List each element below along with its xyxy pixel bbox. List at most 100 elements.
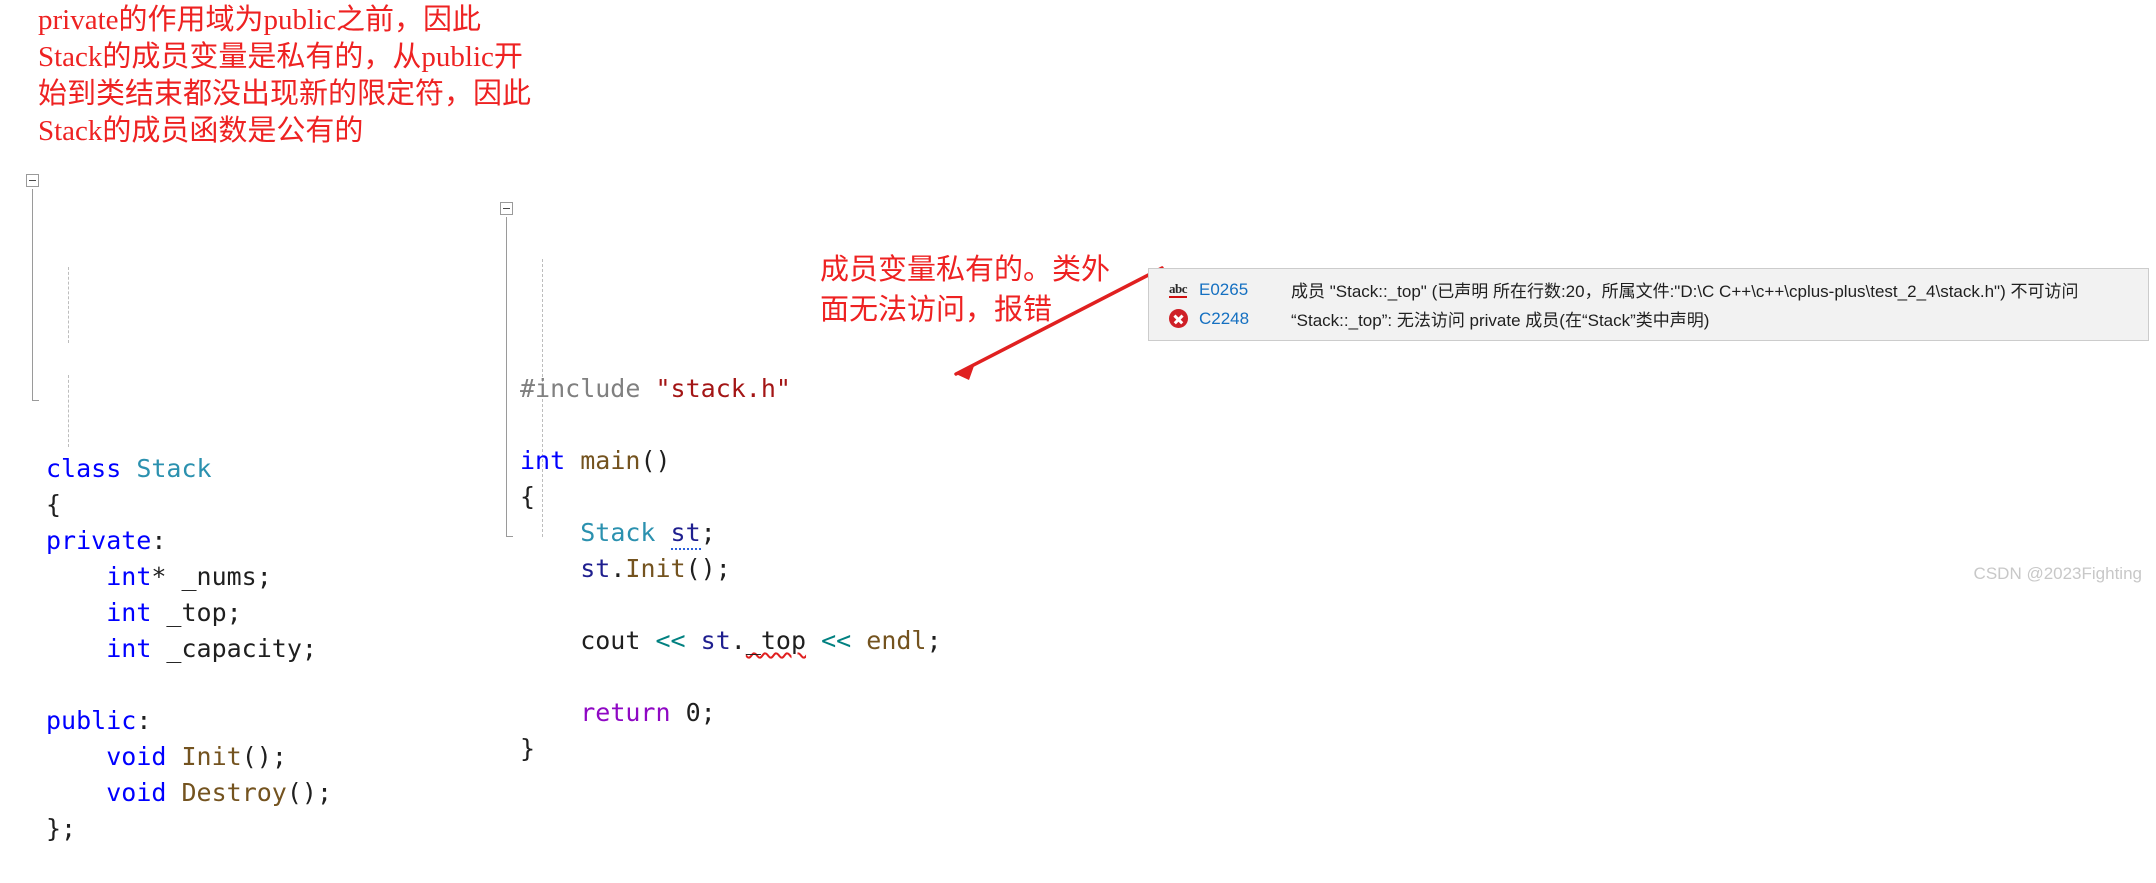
code-token: (); [241,742,287,771]
code-line: void Init(); [46,739,332,775]
code-token: void [106,742,167,771]
code-token: int [520,446,566,475]
code-token: { [46,490,62,519]
code-token: . [610,554,626,583]
code-token: class [46,454,122,483]
code-token: int [106,562,152,591]
code-line: { [46,487,332,523]
code-token: : [151,526,167,555]
error-x-icon [1163,309,1193,328]
code-token: }; [46,814,77,843]
code-block-class-stack: class Stack{private: int* _nums; int _to… [26,163,332,883]
code-token: endl [866,626,927,655]
code-token: * _nums; [151,562,272,591]
code-line: }; [46,811,332,847]
code-lines-left: class Stack{private: int* _nums; int _to… [46,451,332,847]
code-line: cout << st._top << endl; [520,623,942,659]
outlining-guide-main [506,217,513,537]
code-line: { [520,479,942,515]
code-line: int _capacity; [46,631,332,667]
intellisense-abc-icon: abc [1169,280,1188,298]
code-token: Init [625,554,686,583]
code-token: << [655,626,686,655]
code-line: int _top; [46,595,332,631]
error-tooltip: abc E0265 成员 "Stack::_top" (已声明 所在行数:20，… [1148,268,2149,341]
outlining-guide-class [32,189,39,401]
code-token: Init [181,742,242,771]
code-token: : [136,706,152,735]
code-line: return 0; [520,695,942,731]
code-line: void Destroy(); [46,775,332,811]
error-message: 成员 "Stack::_top" (已声明 所在行数:20，所属文件:"D:\C… [1291,282,2079,301]
code-line: Stack st; [520,515,942,551]
collapse-toggle-class[interactable] [26,174,39,187]
code-token: 0; [670,698,716,727]
code-token: . [730,626,746,655]
code-line: public: [46,703,332,739]
code-token: << [821,626,852,655]
error-message: “Stack::_top”: 无法访问 private 成员(在“Stack”类… [1291,311,1710,330]
annotation-arrow [954,266,1164,380]
indent-guide-public [68,375,69,447]
error-row-intellisense: abc E0265 成员 "Stack::_top" (已声明 所在行数:20，… [1149,275,2148,304]
code-line: int main() [520,443,942,479]
code-token: () [640,446,671,475]
error-code: C2248 [1199,308,1250,328]
annotation-top-note: private的作用域为public之前，因此 Stack的成员变量是私有的，从… [38,4,532,147]
code-token: #include [520,374,641,403]
code-token: _capacity; [151,634,317,663]
collapse-toggle-main[interactable] [500,202,513,215]
code-token: void [106,778,167,807]
code-token: _top; [151,598,242,627]
code-line: class Stack [46,451,332,487]
code-token: Destroy [181,778,287,807]
code-lines-right: #include "stack.h" int main(){ Stack st; … [520,371,942,767]
code-token: public [46,706,137,735]
code-line: #include "stack.h" [520,371,942,407]
code-line: st.Init(); [520,551,942,587]
code-token: (); [286,778,333,807]
code-token: st [670,518,701,550]
code-token: main [580,446,641,475]
code-token: _top [745,626,807,655]
code-token: Stack [136,454,212,483]
code-line: private: [46,523,332,559]
code-token: ; [700,518,716,547]
code-token: private [46,526,152,555]
code-token: "stack.h" [655,374,791,403]
code-token: return [580,698,671,727]
csdn-watermark: CSDN @2023Fighting [1973,564,2142,583]
error-row-compiler: C2248 “Stack::_top”: 无法访问 private 成员(在“S… [1149,304,2148,333]
code-token: ; [926,626,942,655]
code-token: Stack [580,518,656,547]
code-token: st [700,626,731,655]
code-token: int [106,634,152,663]
code-token: int [106,598,152,627]
code-token: } [520,734,536,763]
error-code: E0265 [1199,279,1249,299]
code-token: (); [685,554,731,583]
code-token: cout [520,626,656,655]
indent-guide-private [68,267,69,343]
code-token: { [520,482,536,511]
